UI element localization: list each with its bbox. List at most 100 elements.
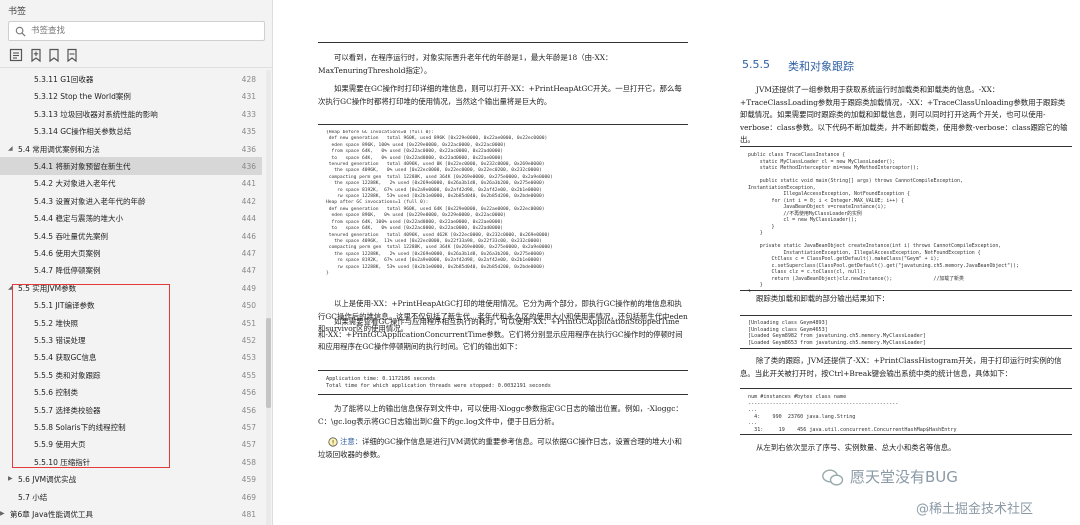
bookmark-page-number: 446	[241, 231, 256, 241]
bookmark-item[interactable]: 5.5.3 错误处理 452	[0, 331, 262, 349]
bookmark-label: 5.5.2 堆快照	[34, 318, 78, 328]
bookmark-item[interactable]: 5.5.8 Solaris下的线程控制 457	[0, 418, 262, 436]
watermark-site: @稀土掘金技术社区	[916, 502, 1034, 517]
bookmark-item[interactable]: 5.5.4 获取GC信息 453	[0, 348, 262, 366]
bookmark-label: 5.3.14 GC操作相关参数总结	[34, 127, 132, 137]
bookmark-page-number: 449	[241, 283, 256, 293]
bookmark-label: 5.4.2 大对象进入老年代	[34, 179, 116, 189]
bookmark-item[interactable]: ◢ 5.4 常用调优案例和方法 436	[0, 140, 262, 158]
bookmark-page-number: 442	[241, 196, 256, 206]
page-rule	[318, 42, 688, 43]
bookmark-sidebar: 书签 书签查找 5.3.11 G1回收器 428 5.3.12 Stop the…	[0, 0, 273, 525]
bookmark-label: 5.4.7 降低停顿案例	[34, 266, 101, 276]
bookmark-label: 5.4.5 吞吐量优先案例	[34, 231, 108, 241]
bookmark-item[interactable]: ▶ 第6章 Java性能调优工具 481	[0, 505, 262, 523]
bookmark-page-number: 457	[241, 423, 256, 432]
bookmark-flag-icon[interactable]	[64, 47, 80, 63]
bookmark-page-number: 450	[241, 301, 256, 311]
search-icon	[15, 26, 26, 37]
code-rule-bottom	[318, 394, 688, 395]
bookmark-label: 5.5.6 控制类	[34, 388, 78, 398]
expand-triangle-icon[interactable]: ◢	[8, 284, 13, 291]
bookmark-search-box[interactable]	[8, 21, 265, 41]
bookmark-item[interactable]: 5.5.10 压缩指针 458	[0, 453, 262, 471]
bookmark-item[interactable]: 5.3.12 Stop the World案例 431	[0, 87, 262, 105]
bookmark-page-number: 459	[241, 475, 256, 485]
bookmark-search-input[interactable]	[31, 24, 259, 38]
bookmark-label: 5.5.3 错误处理	[34, 336, 86, 345]
paragraph: 除了类的跟踪，JVM还提供了-XX：+PrintClassHistogram开关…	[740, 356, 1062, 378]
bookmark-item[interactable]: 5.4.2 大对象进入老年代 441	[0, 174, 262, 192]
bookmark-item[interactable]: 5.5.2 堆快照 451	[0, 314, 262, 332]
paragraph: 从左到右依次显示了序号、实例数量、总大小和类名等信息。	[756, 443, 956, 452]
bookmark-page-number: 447	[241, 266, 256, 276]
sidebar-divider	[0, 67, 272, 68]
paragraph: 为了能将以上的输出信息保存到文件中，可以使用-Xloggc参数指定GC日志的输出…	[318, 404, 683, 426]
bookmark-item[interactable]: 5.4.3 设置对象进入老年代的年龄 442	[0, 192, 262, 210]
bookmark-item[interactable]: 5.3.11 G1回收器 428	[0, 70, 262, 88]
bookmark-item[interactable]: ◢ 5.5 实用JVM参数 449	[0, 279, 262, 297]
bookmark-item[interactable]: 5.3.13 垃圾回收器对系统性能的影响 433	[0, 105, 262, 123]
bookmark-label: 5.4.1 将新对象预留在新生代	[34, 162, 131, 171]
wechat-icon	[822, 469, 844, 486]
bookmark-label: 5.5.5 类和对象跟踪	[34, 370, 101, 380]
bookmark-label: 5.6 JVM调优实战	[18, 475, 77, 485]
code-rule-top	[318, 124, 688, 125]
code-rule-top	[740, 315, 1072, 316]
bookmark-page-number: 433	[241, 109, 256, 119]
collapse-triangle-icon[interactable]: ▶	[8, 475, 13, 482]
bookmark-page-number: 447	[241, 249, 256, 258]
code-rule-top	[740, 388, 1072, 389]
bookmark-item[interactable]: ▶ 5.6 JVM调优实战 459	[0, 470, 262, 488]
bookmark-item[interactable]: 5.5.5 类和对象跟踪 455	[0, 366, 262, 384]
bookmark-page-number: 436	[241, 162, 256, 171]
bookmark-item[interactable]: 5.4.5 吞吐量优先案例 446	[0, 227, 262, 245]
bookmark-item[interactable]: 5.5.1 JIT编译参数 450	[0, 296, 262, 314]
bookmark-item[interactable]: 5.5.6 控制类 456	[0, 383, 262, 401]
bookmark-page-number: 444	[241, 214, 256, 224]
code-block: Application time: 0.1172186 seconds Tota…	[326, 376, 551, 389]
expand-triangle-icon[interactable]: ◢	[8, 145, 13, 152]
bookmark-label: 5.3.13 垃圾回收器对系统性能的影响	[34, 109, 158, 119]
bookmark-page-number: 455	[241, 370, 256, 380]
bookmark-item[interactable]: 5.4.1 将新对象预留在新生代 436	[0, 157, 262, 175]
bookmark-expand-icon[interactable]	[8, 47, 24, 63]
document-view[interactable]: 可以看到，在程序运行时，对象实际晋升老年代的年龄是1，最大年龄是18（由-XX：…	[274, 0, 1080, 525]
paragraph: 如果需要查看GC操作与应用程序相互执行的耗时，可以使用-XX：+PrintGCA…	[318, 317, 683, 352]
bookmark-item[interactable]: 5.4.6 使用大页案例 447	[0, 244, 262, 262]
bookmark-page-number: 453	[241, 353, 256, 363]
bookmark-item[interactable]: 5.5.7 选择类校验器 456	[0, 401, 262, 419]
collapse-triangle-icon[interactable]: ▶	[0, 510, 5, 517]
bookmark-label: 5.7 小结	[18, 492, 48, 502]
sidebar-scrollbar-track[interactable]	[266, 70, 271, 525]
code-block: public class TraceClassInstance { static…	[748, 152, 1019, 292]
bookmark-item[interactable]: 5.4.7 降低停顿案例 447	[0, 261, 262, 279]
pdf-reader-window: 书签 书签查找 5.3.11 G1回收器 428 5.3.12 Stop the…	[0, 0, 1080, 525]
code-block: num #instances #bytes class name -------…	[748, 394, 957, 433]
bookmark-outline-icon[interactable]	[46, 47, 62, 63]
bookmark-item[interactable]: 5.4.4 稳定与震荡的堆大小 444	[0, 209, 262, 227]
bookmark-label: 5.5.10 压缩指针	[34, 457, 91, 467]
bookmark-item[interactable]: 5.3.14 GC操作相关参数总结 435	[0, 122, 262, 140]
bookmark-add-icon[interactable]	[28, 47, 44, 63]
bookmark-label: 5.5 实用JVM参数	[18, 283, 77, 293]
bookmark-label: 5.5.9 使用大页	[34, 440, 86, 450]
note-text: 详细的GC操作信息是进行JVM调优的重要参考信息。可以依据GC操作日志，设置合理…	[318, 437, 682, 459]
section-number: 5.5.5	[742, 58, 770, 71]
pdf-page-right: 5.5.5 类和对象跟踪 JVM还提供了一组参数用于获取系统运行时加载类和卸载类…	[730, 0, 1080, 525]
bookmark-item[interactable]: 5.7 小结 469	[0, 488, 262, 506]
bookmark-page-number: 435	[241, 127, 256, 137]
bookmark-page-number: 469	[241, 492, 256, 502]
bookmark-label: 5.5.1 JIT编译参数	[34, 301, 95, 311]
code-rule-bottom	[740, 348, 1072, 349]
watermark-author: 愿天堂没有BUG	[850, 468, 958, 486]
bookmark-label: 5.5.7 选择类校验器	[34, 405, 101, 415]
code-rule-top	[318, 370, 688, 371]
bookmark-label: 5.4.3 设置对象进入老年代的年龄	[34, 196, 146, 206]
bookmark-label: 5.5.8 Solaris下的线程控制	[34, 423, 126, 432]
sidebar-scrollbar-thumb[interactable]	[266, 318, 271, 408]
bookmark-page-number: 458	[241, 457, 256, 467]
bookmark-item[interactable]: 5.5.9 使用大页 457	[0, 435, 262, 453]
bookmark-page-number: 428	[241, 75, 256, 84]
bookmark-page-number: 456	[241, 405, 256, 415]
